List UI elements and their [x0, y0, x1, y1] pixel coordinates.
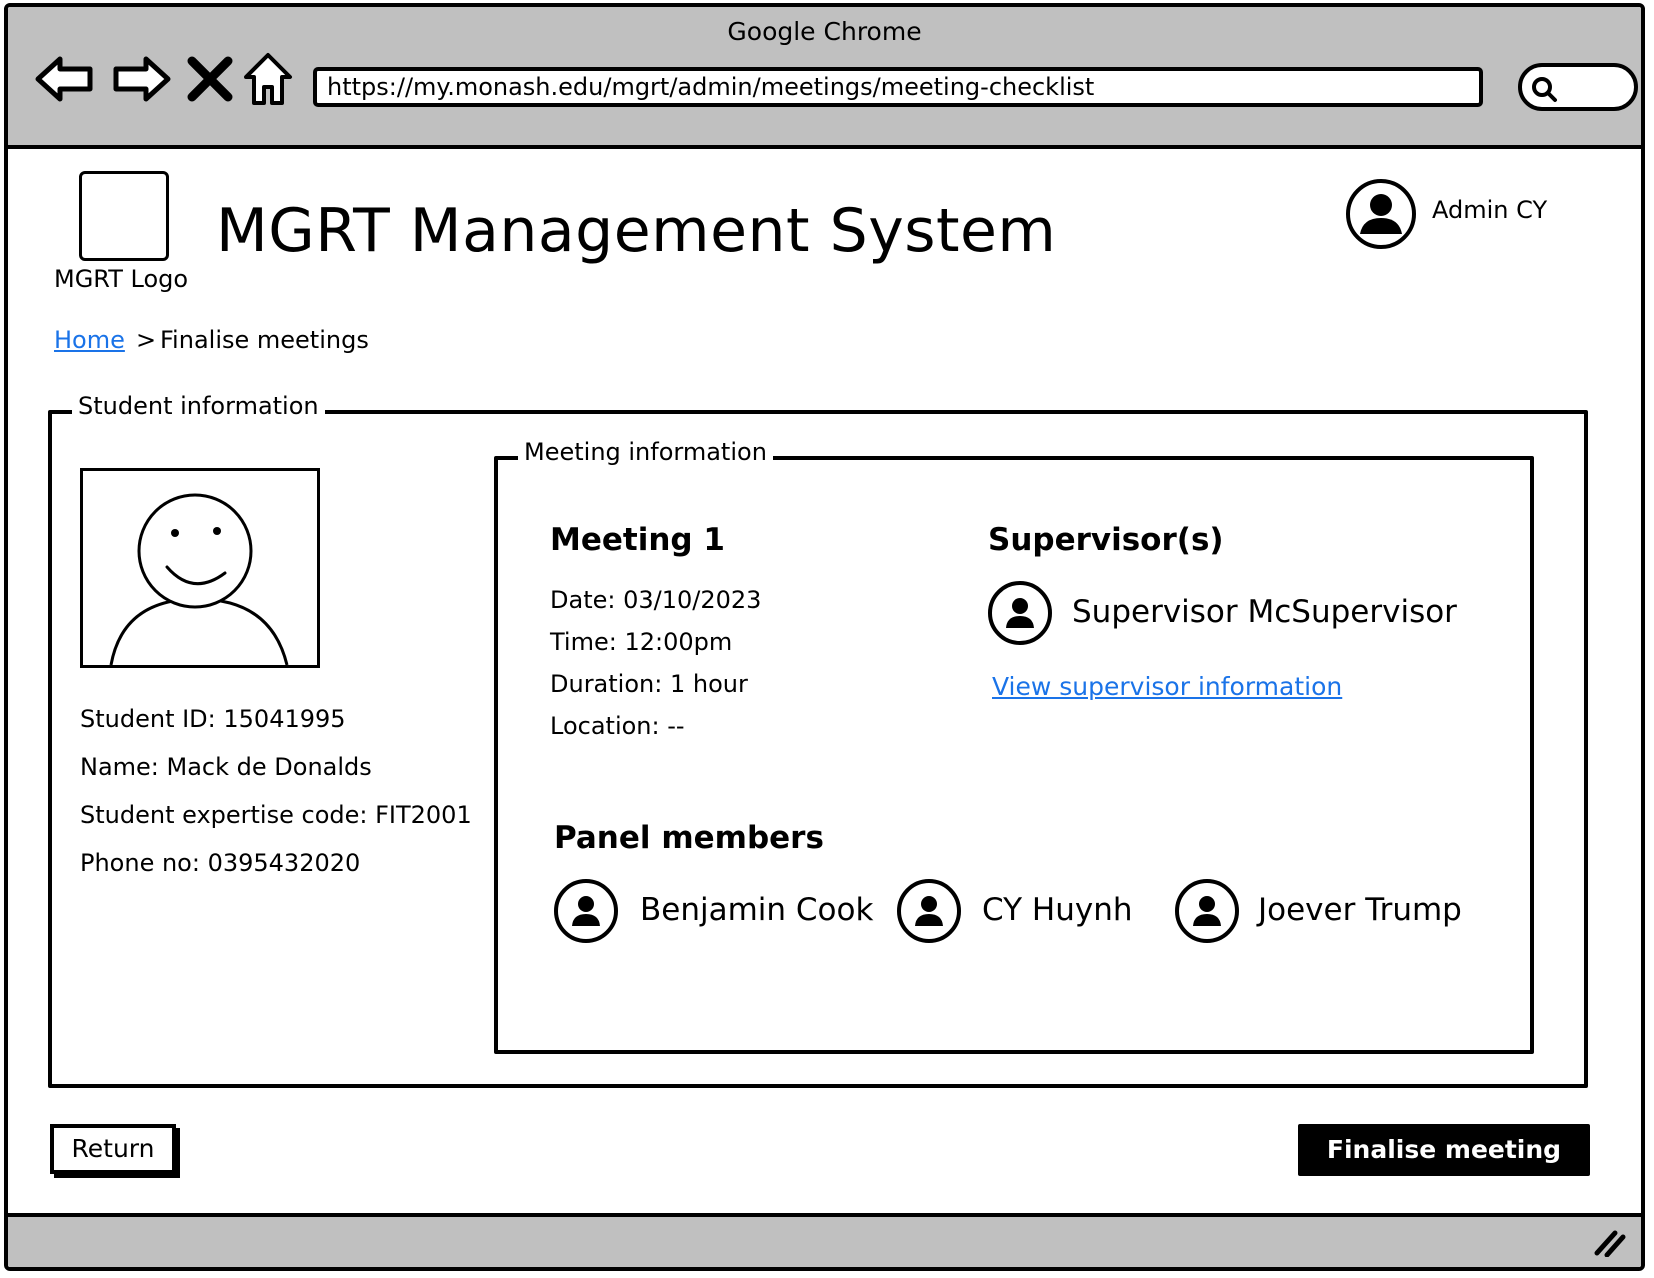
user-avatar-icon[interactable] — [1345, 178, 1417, 250]
finalise-meeting-button[interactable]: Finalise meeting info — [1298, 1124, 1590, 1216]
supervisors-heading: Supervisor(s) — [988, 522, 1224, 558]
panel-member-avatar-icon — [897, 879, 961, 943]
breadcrumb-separator: > — [136, 326, 157, 354]
supervisor-avatar-icon — [988, 581, 1052, 645]
forward-arrow-icon[interactable] — [108, 51, 172, 107]
student-id: Student ID: 15041995 — [80, 705, 346, 733]
panel-member-avatar-icon — [1175, 879, 1239, 943]
breadcrumb-home-link[interactable]: Home — [54, 326, 125, 354]
student-info-legend: Student information — [72, 392, 325, 420]
search-icon — [1532, 77, 1557, 102]
meeting-location: Location: -- — [550, 712, 685, 740]
home-icon[interactable] — [242, 51, 294, 107]
student-phone: Phone no: 0395432020 — [80, 849, 361, 877]
close-icon[interactable] — [184, 51, 236, 107]
student-name: Name: Mack de Donalds — [80, 753, 372, 781]
return-button[interactable]: Return — [50, 1124, 176, 1174]
user-name[interactable]: Admin CY — [1432, 196, 1547, 224]
student-expertise-code: Student expertise code: FIT2001 — [80, 801, 472, 829]
meeting-time: Time: 12:00pm — [550, 628, 733, 656]
resize-grip-icon[interactable] — [1591, 1227, 1627, 1257]
breadcrumb-current: Finalise meetings — [160, 326, 369, 354]
meeting-title: Meeting 1 — [550, 522, 725, 558]
browser-search-box[interactable] — [1518, 63, 1638, 111]
panel-members-heading: Panel members — [554, 820, 824, 856]
browser-toolbar: Google Chrome https://my.monash.edu/mgrt… — [8, 7, 1641, 149]
student-photo — [80, 468, 320, 668]
back-arrow-icon[interactable] — [34, 51, 98, 107]
panel-member-name: CY Huynh — [982, 892, 1133, 928]
student-face-illustration — [109, 493, 289, 665]
browser-status-bar — [8, 1213, 1641, 1267]
browser-title: Google Chrome — [727, 17, 922, 46]
supervisor-name: Supervisor McSupervisor — [1072, 594, 1457, 630]
panel-member-avatar-icon — [554, 879, 618, 943]
panel-member-name: Joever Trump — [1258, 892, 1462, 928]
page-title: MGRT Management System — [216, 196, 1057, 266]
panel-member-name: Benjamin Cook — [640, 892, 874, 928]
view-supervisor-link[interactable]: View supervisor information — [992, 672, 1342, 701]
meeting-duration: Duration: 1 hour — [550, 670, 748, 698]
meeting-info-legend: Meeting information — [518, 438, 773, 466]
logo-caption: MGRT Logo — [54, 265, 189, 293]
meeting-date: Date: 03/10/2023 — [550, 586, 762, 614]
logo-placeholder — [79, 171, 169, 261]
url-input[interactable]: https://my.monash.edu/mgrt/admin/meeting… — [313, 67, 1483, 107]
